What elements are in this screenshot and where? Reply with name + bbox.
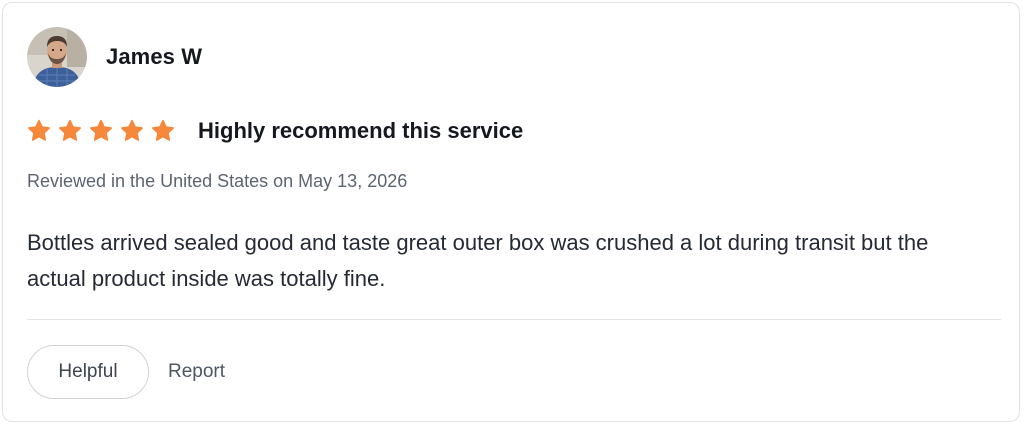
star-icon bbox=[90, 119, 112, 141]
star-icon bbox=[121, 119, 143, 141]
review-meta: Reviewed in the United States on May 13,… bbox=[27, 171, 408, 191]
rating-row: Highly recommend this service bbox=[27, 115, 523, 147]
reviewer-header: James W bbox=[27, 27, 202, 87]
review-actions: Helpful Report bbox=[27, 345, 225, 399]
reviewer-name: James W bbox=[106, 44, 203, 69]
star-icon bbox=[152, 119, 174, 141]
review-body: Bottles arrived sealed good and taste gr… bbox=[27, 230, 929, 291]
review-card: James W Highly recommend this service Re… bbox=[2, 2, 1020, 422]
report-link[interactable]: Report bbox=[168, 361, 225, 383]
helpful-button[interactable]: Helpful bbox=[27, 345, 149, 399]
review-title: Highly recommend this service bbox=[198, 118, 524, 143]
divider bbox=[27, 319, 1001, 320]
reviewer-avatar bbox=[27, 27, 87, 87]
star-icon bbox=[59, 119, 81, 141]
star-icon bbox=[28, 119, 50, 141]
star-rating bbox=[27, 119, 175, 143]
